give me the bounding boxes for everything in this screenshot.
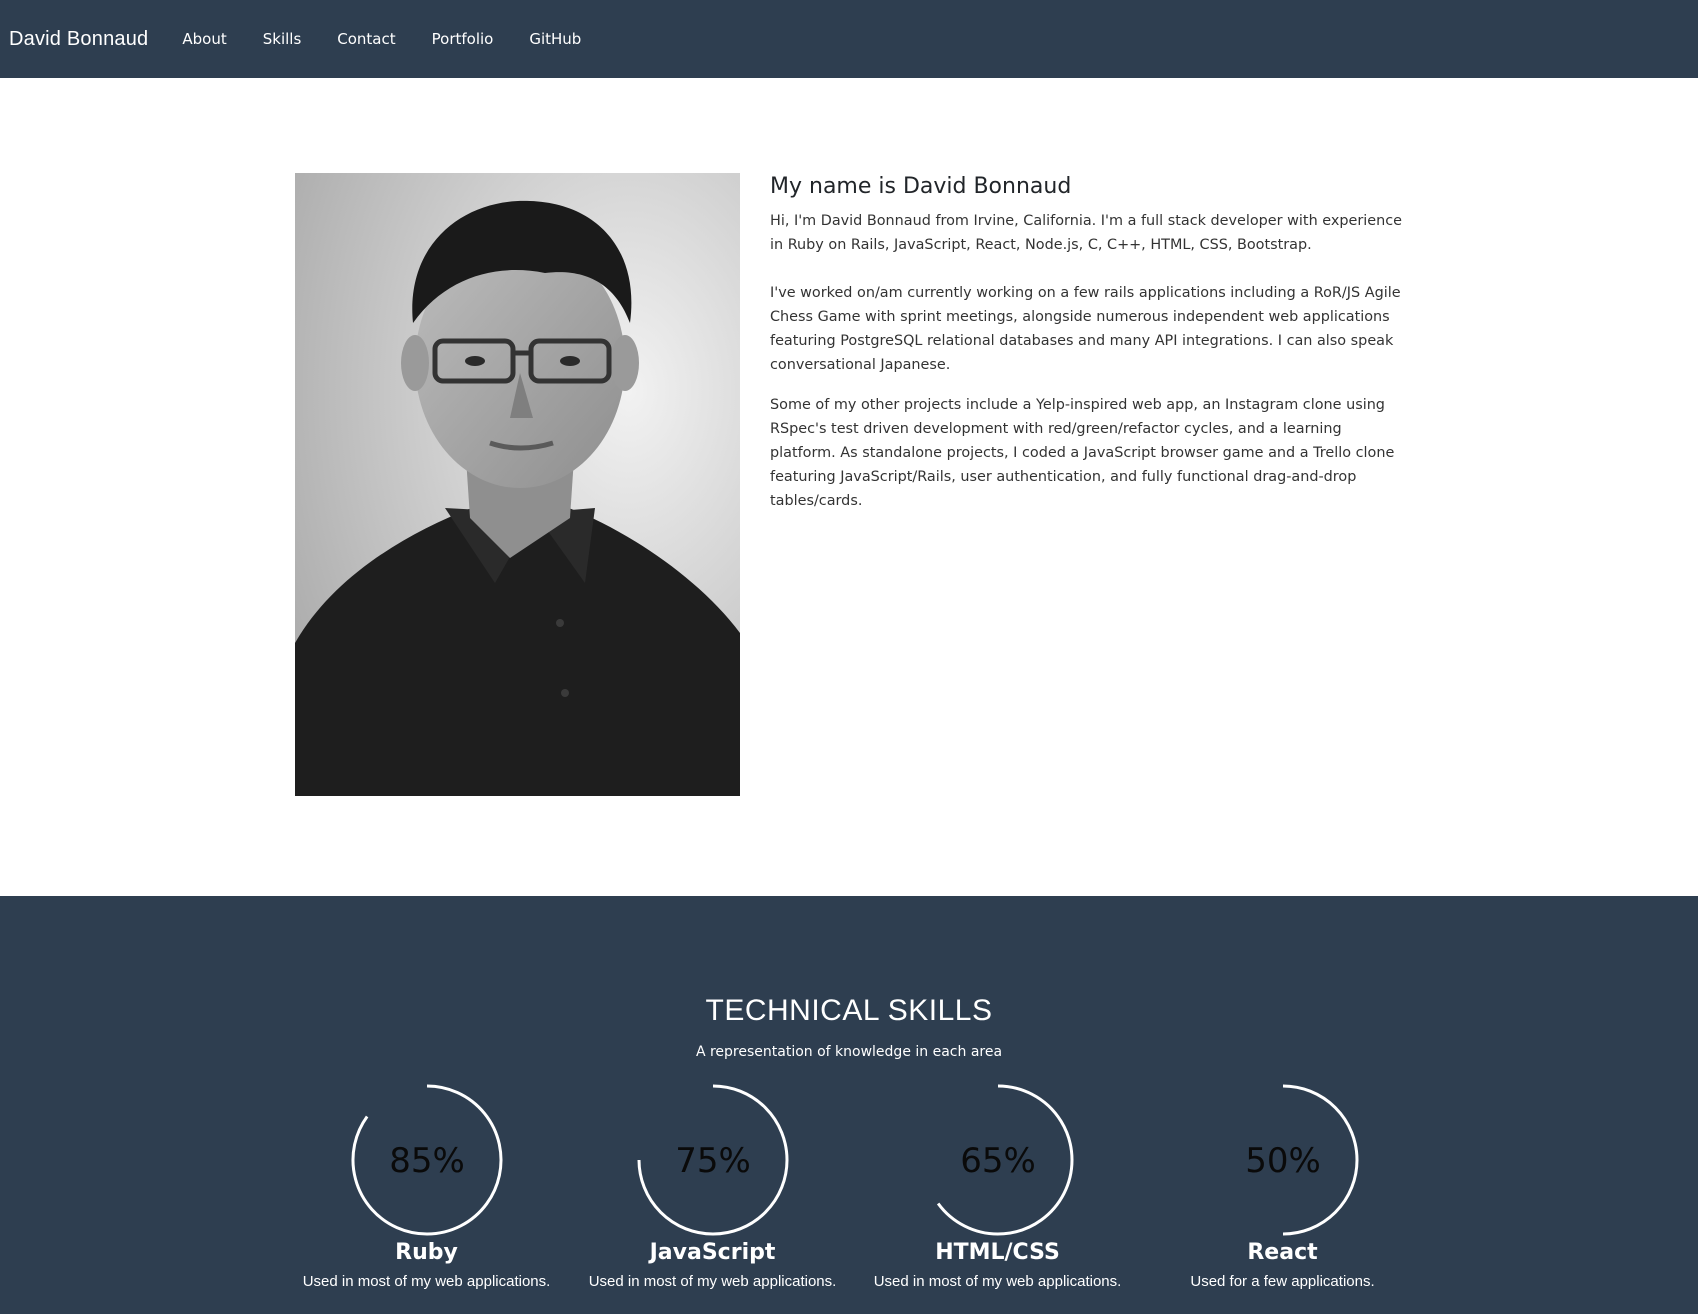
nav-link-skills[interactable]: Skills — [263, 30, 302, 48]
skills-subtitle: A representation of knowledge in each ar… — [695, 1044, 1003, 1060]
skill-percent: 85% — [389, 1141, 465, 1181]
profile-photo-illustration — [295, 173, 740, 796]
skill-ring: 85% — [351, 1084, 502, 1236]
skill-description: Used for a few applications. — [1190, 1273, 1375, 1290]
skill-description: Used in most of my web applications. — [302, 1273, 551, 1290]
skill-card-ruby: 85% Ruby Used in most of my web applicat… — [284, 1080, 569, 1290]
skill-percent: 50% — [1245, 1141, 1321, 1181]
skill-ring: 50% — [1245, 1084, 1358, 1236]
brand-link[interactable]: David Bonnaud — [9, 28, 148, 51]
about-paragraph: Hi, I'm David Bonnaud from Irvine, Calif… — [770, 213, 1403, 253]
skill-ring: 65% — [936, 1084, 1073, 1236]
nav-link-github[interactable]: GitHub — [529, 30, 581, 48]
skills-section: TECHNICAL SKILLS A representation of kno… — [0, 896, 1698, 1314]
skill-name: HTML/CSS — [935, 1240, 1060, 1265]
skill-name: Ruby — [395, 1240, 458, 1265]
skill-percent: 65% — [960, 1141, 1036, 1181]
skill-card-javascript: 75% JavaScript Used in most of my web ap… — [570, 1080, 855, 1290]
nav-link-about[interactable]: About — [182, 30, 226, 48]
nav-link-portfolio[interactable]: Portfolio — [432, 30, 494, 48]
about-heading: My name is David Bonnaud — [770, 174, 1072, 199]
skills-title: TECHNICAL SKILLS — [705, 994, 993, 1027]
skill-percent: 75% — [675, 1141, 751, 1181]
skill-name: React — [1247, 1240, 1318, 1265]
skill-ring: 75% — [637, 1084, 788, 1236]
about-section: My name is David Bonnaud Hi, I'm David B… — [770, 174, 1410, 513]
skill-description: Used in most of my web applications. — [873, 1273, 1122, 1290]
skill-name: JavaScript — [649, 1240, 776, 1265]
skill-description: Used in most of my web applications. — [588, 1273, 837, 1290]
profile-photo — [295, 173, 740, 796]
about-paragraph: Some of my other projects include a Yelp… — [770, 397, 1395, 509]
navbar: David Bonnaud About Skills Contact Portf… — [0, 0, 1698, 78]
about-paragraph: I've worked on/am currently working on a… — [770, 285, 1401, 373]
nav-link-contact[interactable]: Contact — [337, 30, 395, 48]
skill-card-html-css: 65% HTML/CSS Used in most of my web appl… — [855, 1080, 1140, 1290]
skill-card-react: 50% React Used for a few applications. — [1140, 1080, 1425, 1290]
